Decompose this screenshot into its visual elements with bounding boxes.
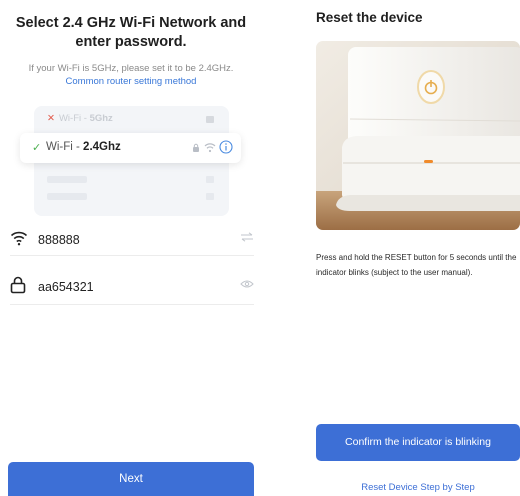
placeholder-icon bbox=[206, 176, 214, 183]
network-24ghz-prefix: Wi-Fi - bbox=[46, 141, 84, 153]
network-5ghz-prefix: Wi-Fi - bbox=[58, 113, 90, 124]
network-24ghz-row: ✓ Wi-Fi - 2.4Ghz bbox=[20, 133, 241, 163]
wifi-name-field[interactable]: 888888 bbox=[10, 229, 254, 253]
network-24ghz-label: Wi-Fi - 2.4Ghz bbox=[46, 141, 121, 153]
password-field[interactable]: aa654321 bbox=[10, 276, 254, 300]
reset-device-panel: Reset the device Press and hold the RESE… bbox=[308, 0, 520, 496]
reset-step-by-step-link[interactable]: Reset Device Step by Step bbox=[316, 482, 520, 493]
placeholder-network bbox=[47, 176, 87, 183]
device-illustration bbox=[316, 41, 520, 230]
next-button[interactable]: Next bbox=[8, 462, 254, 496]
password-value: aa654321 bbox=[38, 280, 94, 294]
network-24ghz-band: 2.4Ghz bbox=[83, 141, 121, 153]
lock-icon bbox=[193, 143, 199, 152]
page-title: Reset the device bbox=[316, 10, 423, 25]
network-5ghz-row: ✕ Wi-Fi - 5Ghz bbox=[47, 113, 217, 127]
network-5ghz-band: 5Ghz bbox=[89, 113, 113, 124]
wifi-icon bbox=[204, 143, 216, 153]
lock-icon bbox=[206, 116, 214, 123]
placeholder-network bbox=[47, 193, 87, 200]
confirm-blinking-button[interactable]: Confirm the indicator is blinking bbox=[316, 424, 520, 461]
wifi-icon bbox=[10, 231, 28, 246]
band-hint: If your Wi-Fi is 5GHz, please set it to … bbox=[28, 63, 234, 74]
page-title: Select 2.4 GHz Wi-Fi Network and enter p… bbox=[15, 15, 247, 50]
lock-icon bbox=[10, 276, 26, 294]
reset-instructions: Press and hold the RESET button for 5 se… bbox=[316, 253, 517, 277]
placeholder-icon bbox=[206, 193, 214, 200]
cross-icon: ✕ bbox=[47, 113, 55, 124]
divider bbox=[10, 304, 254, 305]
wifi-setup-panel: Select 2.4 GHz Wi-Fi Network and enter p… bbox=[0, 0, 262, 496]
eye-icon[interactable] bbox=[240, 279, 254, 289]
device-photo bbox=[316, 41, 520, 230]
info-icon[interactable] bbox=[219, 140, 233, 154]
wifi-name-value: 888888 bbox=[38, 233, 80, 247]
switch-arrows-icon[interactable] bbox=[240, 232, 254, 242]
router-setting-link[interactable]: Common router setting method bbox=[0, 76, 262, 88]
check-icon: ✓ bbox=[32, 142, 42, 154]
divider bbox=[10, 255, 254, 256]
